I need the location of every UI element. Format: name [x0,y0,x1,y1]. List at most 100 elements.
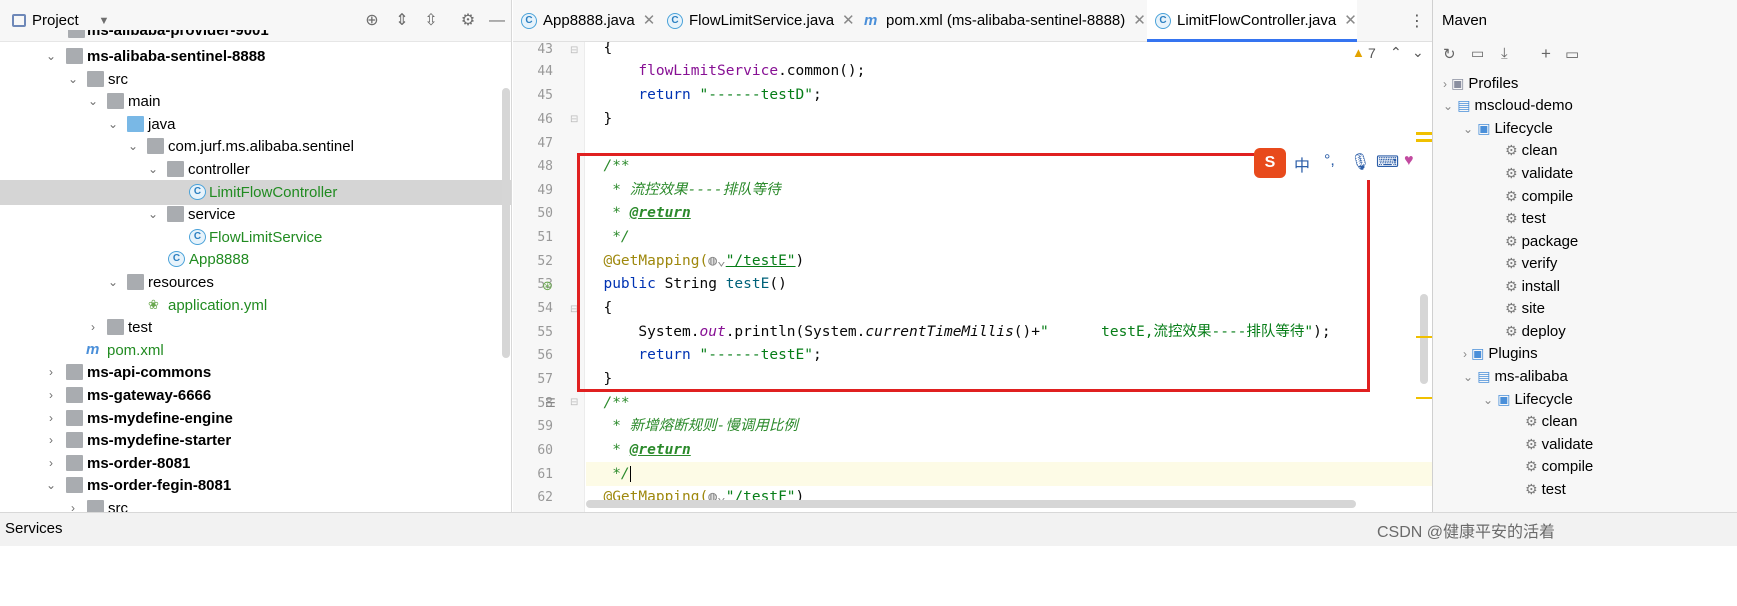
structure-icon[interactable]: ☰ [545,396,556,410]
maven-item-ms-alibaba[interactable]: ⌄ ▤ ms-alibaba [1463,365,1568,388]
maven-goal-site[interactable]: ⚙ site [1505,297,1545,320]
maven-goal-validate[interactable]: ⚙ validate [1505,162,1573,185]
fold-icon[interactable]: ⊟ [570,397,578,408]
close-icon[interactable]: ✕ [1344,12,1357,29]
maven-goal-compile[interactable]: ⚙ compile [1505,185,1573,208]
project-title[interactable]: Project [32,12,79,29]
chevron-down-icon[interactable]: ⌄ [106,270,120,295]
skin-icon[interactable]: ♥ [1404,152,1414,170]
maven-item-project[interactable]: ⌄ ▤ mscloud-demo [1443,94,1573,117]
package-icon [167,206,184,222]
project-scrollbar[interactable] [502,88,510,358]
maven-goal-test-2[interactable]: ⚙ test [1525,478,1566,501]
close-icon[interactable]: ✕ [643,12,656,29]
minimize-icon[interactable]: — [487,11,507,31]
maven-item-lifecycle-2[interactable]: ⌄ ▣ Lifecycle [1483,388,1573,411]
spring-boot-class-icon: C [521,13,537,29]
tree-item-mydefine-starter[interactable]: › ms-mydefine-starter [0,428,511,453]
keyboard-icon[interactable]: ⌨ [1376,152,1399,172]
close-icon[interactable]: ✕ [1133,12,1146,29]
module-folder-icon [66,477,83,493]
tab-app8888[interactable]: C App8888.java ✕ [513,0,658,42]
chevron-up-icon[interactable]: ⌃ [1390,44,1402,61]
tree-item-api-commons[interactable]: › ms-api-commons [0,360,511,385]
editor-scrollbar[interactable] [1420,294,1428,384]
project-view-icon[interactable] [12,14,26,27]
plus-icon[interactable]: + [1541,44,1551,64]
locate-icon[interactable]: ⊕ [362,11,382,31]
maven-goal-clean[interactable]: ⚙ clean [1505,139,1557,162]
spring-endpoint-icon[interactable]: ⊛ [542,278,553,294]
chevron-right-icon[interactable]: › [86,315,100,340]
tree-item-resources[interactable]: ⌄ resources [0,270,511,295]
warning-icon[interactable]: ▲ [1352,45,1365,60]
chevron-down-icon[interactable]: ⌄ [1412,44,1424,61]
tree-item-sentinel-module[interactable]: ⌄ ms-alibaba-sentinel-8888 [0,44,511,69]
reload-icon[interactable]: ↻ [1443,45,1456,63]
maven-title: Maven [1442,12,1488,29]
run-icon[interactable]: ▭ [1565,45,1579,63]
maven-goal-package[interactable]: ⚙ package [1505,230,1578,253]
maven-item-lifecycle[interactable]: ⌄ ▣ Lifecycle [1463,117,1553,140]
chevron-right-icon[interactable]: › [44,360,58,385]
tree-item-package[interactable]: ⌄ com.jurf.ms.alibaba.sentinel [0,134,511,159]
chevron-down-icon[interactable]: ⌄ [126,134,140,159]
chevron-down-icon[interactable]: ⌄ [44,473,58,498]
tab-limitflowcontroller[interactable]: C LimitFlowController.java ✕ [1147,0,1357,42]
collapse-all-icon[interactable]: ⇳ [421,11,441,31]
chevron-down-icon[interactable]: ⌄ [146,157,160,182]
maven-goal-clean-2[interactable]: ⚙ clean [1525,410,1577,433]
chevron-down-icon[interactable]: ▼ [94,11,114,31]
maven-goal-test[interactable]: ⚙ test [1505,207,1546,230]
maven-goal-verify[interactable]: ⚙ verify [1505,252,1557,275]
resources-folder-icon [127,274,144,290]
tree-item-gateway[interactable]: › ms-gateway-6666 [0,383,511,408]
fold-icon[interactable]: ⊟ [570,114,578,125]
more-tabs-icon[interactable]: ⋮ [1409,11,1425,31]
maven-goal-compile-2[interactable]: ⚙ compile [1525,455,1593,478]
tree-item-controller[interactable]: ⌄ controller [0,157,511,182]
tab-flowlimitservice[interactable]: C FlowLimitService.java ✕ [659,0,855,42]
maven-goal-deploy[interactable]: ⚙ deploy [1505,320,1566,343]
maven-item-plugins[interactable]: › ▣ Plugins [1463,342,1538,365]
sogou-logo-icon: S [1254,148,1286,178]
services-tab[interactable]: Services [5,520,63,537]
chevron-down-icon[interactable]: ⌄ [86,89,100,114]
folder-icon [107,319,124,335]
line-number: 52 [537,254,553,269]
tree-item-main[interactable]: ⌄ main [0,89,511,114]
line-number: 49 [537,183,553,198]
line-number: 46 [537,112,553,127]
expand-all-icon[interactable]: ⇕ [392,11,412,31]
ime-chinese-mode[interactable]: 中 [1294,152,1310,176]
tree-item-src-2[interactable]: › src [0,496,511,512]
microphone-icon[interactable]: 🎙 [1350,152,1370,172]
line-number: 62 [537,490,553,505]
module-folder-icon [66,432,83,448]
chevron-right-icon[interactable]: › [66,496,80,512]
close-icon[interactable]: ✕ [842,12,855,29]
download-icon[interactable]: ⤓ [1501,45,1508,62]
tree-item-provider[interactable]: ms-alibaba-provider-9001 [0,30,511,42]
chevron-right-icon[interactable]: › [44,383,58,408]
editor-tabs: C App8888.java ✕ C FlowLimitService.java ✕… [513,0,1432,42]
tree-item-service[interactable]: ⌄ service [0,202,511,227]
maven-item-profiles[interactable]: › ▣ Profiles [1443,72,1518,95]
line-number: 45 [537,88,553,103]
maven-goal-install[interactable]: ⚙ install [1505,275,1560,298]
maven-goal-validate-2[interactable]: ⚙ validate [1525,433,1593,456]
fold-icon[interactable]: ⊟ [570,45,578,56]
marker-stripe [1416,132,1432,135]
tree-item-test[interactable]: › test [0,315,511,340]
chevron-down-icon[interactable]: ⌄ [44,44,58,69]
tree-item-order-fegin[interactable]: ⌄ ms-order-fegin-8081 [0,473,511,498]
tree-item-app8888[interactable]: C App8888 [0,247,511,272]
chevron-down-icon[interactable]: ⌄ [146,202,160,227]
tab-pom[interactable]: m pom.xml (ms-alibaba-sentinel-8888) ✕ [856,0,1146,42]
horizontal-scrollbar[interactable] [586,500,1356,508]
gear-icon[interactable]: ⚙ [458,11,478,31]
ime-punctuation-icon[interactable]: °, [1324,152,1335,170]
chevron-right-icon[interactable]: › [44,428,58,453]
add-maven-project-icon[interactable]: ▭ [1471,45,1484,62]
warning-count[interactable]: 7 [1368,45,1376,61]
